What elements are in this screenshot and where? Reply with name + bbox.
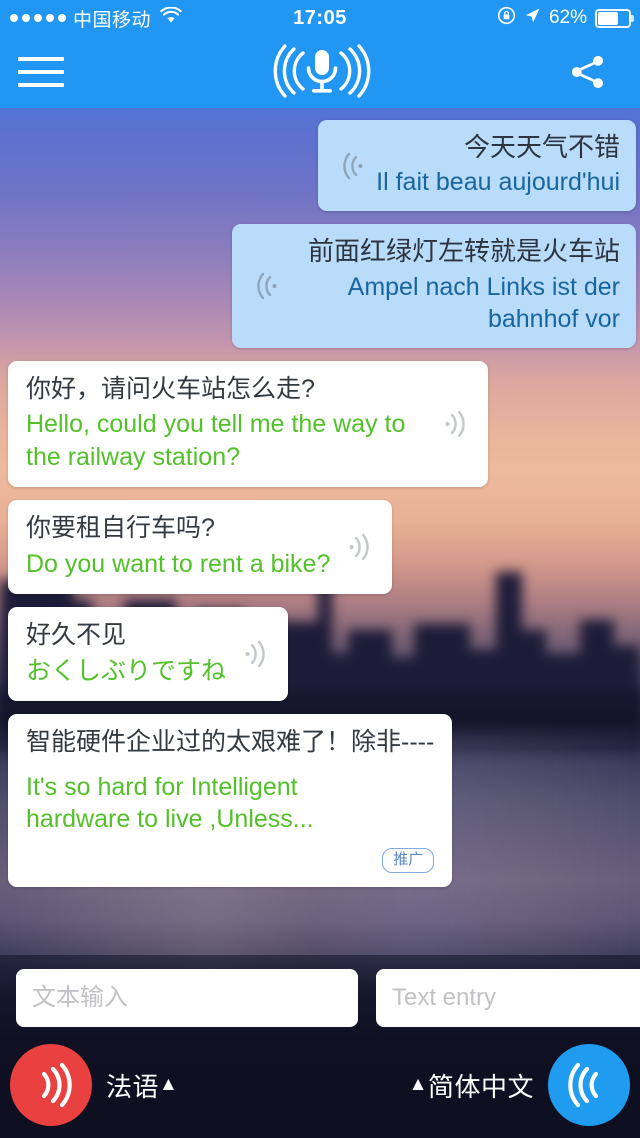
chevron-up-icon: ▲	[159, 1074, 179, 1095]
message-row: 你好，请问火车站怎么走? Hello, could you tell me th…	[0, 360, 640, 488]
text-input-right[interactable]	[376, 969, 640, 1027]
bottom-toolbar: 法语 ▲ ▲ 简体中文	[0, 955, 640, 1138]
message-row: 智能硬件企业过的太艰难了！除非---- It's so hard for Int…	[0, 714, 640, 887]
message-row: 今天天气不错 Il fait beau aujourd'hui	[0, 120, 640, 212]
promo-badge-row: 推广	[26, 836, 435, 873]
message-bubble-outgoing[interactable]: 智能硬件企业过的太艰难了！除非---- It's so hard for Int…	[8, 714, 453, 887]
microphone-waves-icon	[94, 43, 550, 101]
language-selector-row: 法语 ▲ ▲ 简体中文	[0, 1039, 640, 1131]
message-translated-text: Hello, could you tell me the way to the …	[26, 410, 406, 471]
message-source-text: 今天天气不错	[463, 132, 620, 162]
language-selector-right[interactable]: ▲ 简体中文	[409, 1067, 534, 1104]
speaker-wave-right-icon[interactable]	[440, 407, 474, 441]
status-bar-right: 62%	[497, 6, 640, 31]
message-row: 好久不见 おくしぶりですね	[0, 607, 640, 702]
message-source-text: 你要租自行车吗?	[26, 514, 215, 543]
mic-record-left-waves-icon[interactable]	[548, 1044, 630, 1126]
message-bubble-incoming[interactable]: 今天天气不错 Il fait beau aujourd'hui	[318, 120, 636, 212]
message-bubble-outgoing[interactable]: 你好，请问火车站怎么走? Hello, could you tell me th…	[8, 360, 488, 488]
speaker-wave-right-icon[interactable]	[240, 637, 274, 671]
battery-percent-label: 62%	[548, 7, 587, 28]
message-source-text: 智能硬件企业过的太艰难了！除非----	[26, 728, 435, 757]
speaker-wave-left-icon[interactable]	[334, 149, 368, 183]
location-arrow-icon	[524, 7, 541, 30]
conversation-list[interactable]: 今天天气不错 Il fait beau aujourd'hui 前面红绿灯左转就…	[0, 108, 640, 955]
language-side-right: ▲ 简体中文	[409, 1044, 630, 1126]
battery-icon	[595, 8, 634, 28]
language-side-left: 法语 ▲	[10, 1044, 178, 1126]
text-entry-row	[0, 955, 640, 1027]
message-bubble-outgoing[interactable]: 你要租自行车吗? Do you want to rent a bike?	[8, 500, 393, 595]
status-bar: 中国移动 17:05 62%	[0, 0, 640, 36]
phone-screen: 中国移动 17:05 62% 今天天气不错 Il fait beau aujou…	[0, 0, 640, 1138]
message-source-text: 你好，请问火车站怎么走?	[26, 374, 315, 403]
message-bubble-incoming[interactable]: 前面红绿灯左转就是火车站 Ampel nach Links ist der ba…	[232, 224, 636, 348]
navigation-bar	[0, 36, 640, 108]
language-left-label: 法语	[106, 1071, 160, 1102]
message-translated-text: おくしぶりですね	[26, 656, 227, 685]
rotation-lock-icon	[497, 6, 516, 31]
hamburger-menu-icon[interactable]	[0, 57, 94, 87]
message-translated-text: Do you want to rent a bike?	[26, 549, 331, 578]
language-selector-left[interactable]: 法语 ▲	[106, 1067, 178, 1104]
message-translated-text: It's so hard for Intelligent hardware to…	[26, 772, 314, 834]
language-right-label: 简体中文	[427, 1071, 534, 1102]
speaker-wave-left-icon[interactable]	[248, 269, 282, 303]
text-input-left[interactable]	[16, 969, 358, 1027]
message-row: 你要租自行车吗? Do you want to rent a bike?	[0, 500, 640, 595]
message-bubble-outgoing[interactable]: 好久不见 おくしぶりですね	[8, 607, 289, 702]
status-badge[interactable]: 推广	[382, 847, 435, 873]
message-row: 前面红绿灯左转就是火车站 Ampel nach Links ist der ba…	[0, 224, 640, 348]
speaker-wave-right-icon[interactable]	[344, 530, 378, 564]
message-translated-text: Il fait beau aujourd'hui	[376, 168, 620, 197]
message-translated-text: Ampel nach Links ist der bahnhof vor	[347, 272, 620, 333]
share-icon[interactable]	[550, 53, 640, 91]
message-source-text: 好久不见	[26, 621, 127, 650]
message-source-text: 前面红绿灯左转就是火车站	[307, 236, 620, 267]
chevron-up-icon: ▲	[408, 1074, 428, 1095]
mic-record-right-waves-icon[interactable]	[10, 1044, 92, 1126]
